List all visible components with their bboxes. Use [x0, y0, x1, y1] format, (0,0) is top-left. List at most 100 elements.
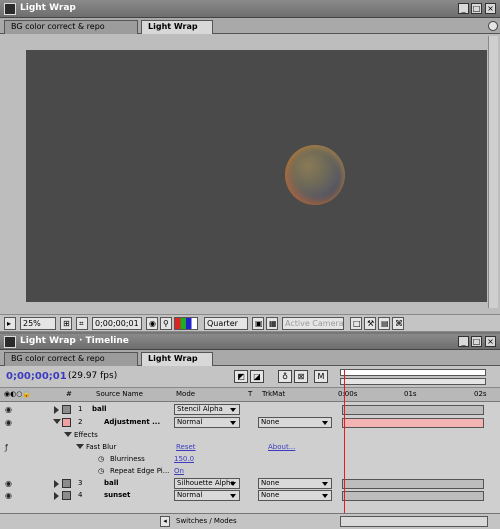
layer-number: 1	[78, 405, 83, 413]
layer-duration-bar[interactable]	[342, 418, 484, 428]
maximize-button[interactable]: □	[471, 3, 482, 14]
effect-row[interactable]: ƒ Fast Blur Reset About...	[0, 442, 337, 454]
snapshot-icon[interactable]: ◉	[146, 317, 158, 330]
fast-previews-icon[interactable]: ⚒	[364, 317, 376, 330]
visibility-eye-icon[interactable]: ◉	[5, 405, 13, 414]
close-button[interactable]: ×	[485, 3, 496, 14]
effects-group-row[interactable]: Effects	[0, 430, 337, 442]
column-trkmat[interactable]: TrkMat	[262, 390, 285, 398]
trkmat-dropdown[interactable]: None	[258, 478, 332, 489]
expand-triangle-icon[interactable]	[54, 492, 59, 500]
layer-row[interactable]: ◉ 4 sunset Normal None	[0, 490, 337, 502]
transparency-grid-icon[interactable]: ▦	[266, 317, 278, 330]
timeline-timecode[interactable]: 0;00;00;01	[6, 371, 67, 382]
camera-dropdown[interactable]: Active Camera	[282, 317, 344, 330]
time-navigator[interactable]	[340, 369, 486, 376]
tl-tab-bg-color-correct[interactable]: BG color correct & repo	[4, 352, 138, 366]
comp-viewer[interactable]	[0, 34, 500, 312]
timeline-close-button[interactable]: ×	[485, 336, 496, 347]
layer-duration-bar[interactable]	[342, 491, 484, 501]
composition-canvas[interactable]	[26, 50, 487, 302]
viewer-scrollbar[interactable]	[488, 36, 498, 308]
mode-dropdown[interactable]: Silhouette Alpha	[174, 478, 240, 489]
mode-dropdown[interactable]: Normal	[174, 417, 240, 428]
timeline-zoom-slider[interactable]	[340, 516, 488, 527]
motion-blur-icon[interactable]: M	[314, 370, 328, 383]
ruler-1: 01s	[404, 390, 417, 398]
expand-triangle-icon[interactable]	[54, 406, 59, 414]
expand-triangle-icon[interactable]	[76, 444, 84, 449]
safe-zones-icon[interactable]: ⊞	[60, 317, 72, 330]
label-color-chip[interactable]	[62, 491, 71, 500]
region-of-interest-icon[interactable]: ▣	[252, 317, 264, 330]
trkmat-dropdown[interactable]: None	[258, 417, 332, 428]
mode-dropdown[interactable]: Stencil Alpha	[174, 404, 240, 415]
label-color-chip[interactable]	[62, 418, 71, 427]
effect-param-row[interactable]: ◷ Blurriness 150.0	[0, 454, 337, 466]
visibility-eye-icon[interactable]: ◉	[5, 491, 13, 500]
work-area-bar[interactable]	[340, 378, 486, 385]
reset-link[interactable]: Reset	[176, 443, 196, 451]
layer-name[interactable]: Adjustment ...	[104, 418, 160, 426]
toggle-button[interactable]: ▸	[4, 317, 16, 330]
effect-param-row[interactable]: ◷ Repeat Edge Pi... On	[0, 466, 337, 478]
visibility-eye-icon[interactable]: ◉	[5, 479, 13, 488]
param-value[interactable]: On	[174, 467, 184, 475]
effect-name: Fast Blur	[86, 443, 117, 451]
shy-icon[interactable]: ⊠	[294, 370, 308, 383]
effect-toggle-icon[interactable]: ƒ	[5, 443, 13, 452]
timeline-maximize-button[interactable]: □	[471, 336, 482, 347]
about-link[interactable]: About...	[268, 443, 295, 451]
view-layout-icon[interactable]: □	[350, 317, 362, 330]
layer-name[interactable]: ball	[92, 405, 107, 413]
zoom-dropdown[interactable]: 25%	[20, 317, 56, 330]
expand-triangle-icon[interactable]	[53, 419, 61, 424]
minimize-button[interactable]: _	[458, 3, 469, 14]
comp-titlebar[interactable]: Light Wrap _ □ ×	[0, 0, 500, 18]
trkmat-dropdown[interactable]: None	[258, 490, 332, 501]
tab-light-wrap[interactable]: Light Wrap	[141, 20, 213, 34]
tab-menu-arrow-icon[interactable]	[488, 21, 498, 31]
current-time-field[interactable]: 0;00;00;01	[92, 317, 142, 330]
expand-triangle-icon[interactable]	[54, 480, 59, 488]
column-source-name[interactable]: Source Name	[96, 390, 143, 398]
stopwatch-icon[interactable]: ◷	[98, 467, 104, 475]
switches-modes-button[interactable]: Switches / Modes	[176, 517, 237, 525]
resolution-dropdown[interactable]: Quarter	[204, 317, 248, 330]
channel-icon[interactable]	[174, 317, 198, 330]
timeline-minimize-button[interactable]: _	[458, 336, 469, 347]
stopwatch-icon[interactable]: ◷	[98, 455, 104, 463]
panel-toggle-icon[interactable]: ◂	[160, 516, 170, 527]
mode-dropdown[interactable]: Normal	[174, 490, 240, 501]
column-mode[interactable]: Mode	[176, 390, 195, 398]
label-color-chip[interactable]	[62, 405, 71, 414]
timeline-titlebar[interactable]: Light Wrap · Timeline _ □ ×	[0, 334, 500, 350]
tab-bg-color-correct[interactable]: BG color correct & repo	[4, 20, 138, 34]
label-color-chip[interactable]	[62, 479, 71, 488]
layer-duration-track[interactable]	[338, 478, 488, 490]
ruler-0: 0:00s	[338, 390, 358, 398]
layer-row[interactable]: ◉ 3 ball Silhouette Alpha None	[0, 478, 337, 490]
show-snapshot-icon[interactable]: ⚲	[160, 317, 172, 330]
layer-name[interactable]: sunset	[104, 491, 130, 499]
layer-duration-track[interactable]	[338, 404, 488, 416]
composition-camera-icon[interactable]: ◩	[234, 370, 248, 383]
marker-icon[interactable]: ♁	[278, 370, 292, 383]
layer-duration-track[interactable]	[338, 490, 488, 502]
tl-tab-light-wrap[interactable]: Light Wrap	[141, 352, 213, 366]
expand-triangle-icon[interactable]	[64, 432, 72, 437]
av-features-icons: ◉◐○🔒	[4, 390, 32, 398]
layer-duration-bar[interactable]	[342, 479, 484, 489]
render-icon[interactable]: ◪	[250, 370, 264, 383]
visibility-eye-icon[interactable]: ◉	[5, 418, 13, 427]
timeline-icon[interactable]: ▤	[378, 317, 390, 330]
layer-duration-bar[interactable]	[342, 405, 484, 415]
flowchart-icon[interactable]: ⌘	[392, 317, 404, 330]
param-value[interactable]: 150.0	[174, 455, 194, 463]
layer-row[interactable]: ◉ 2 Adjustment ... Normal None	[0, 417, 337, 429]
layer-name[interactable]: ball	[104, 479, 119, 487]
layer-duration-track[interactable]	[338, 417, 488, 429]
layer-row[interactable]: ◉ 1 ball Stencil Alpha	[0, 404, 337, 416]
current-time-indicator[interactable]	[344, 370, 345, 513]
grid-icon[interactable]: ⌗	[76, 317, 88, 330]
